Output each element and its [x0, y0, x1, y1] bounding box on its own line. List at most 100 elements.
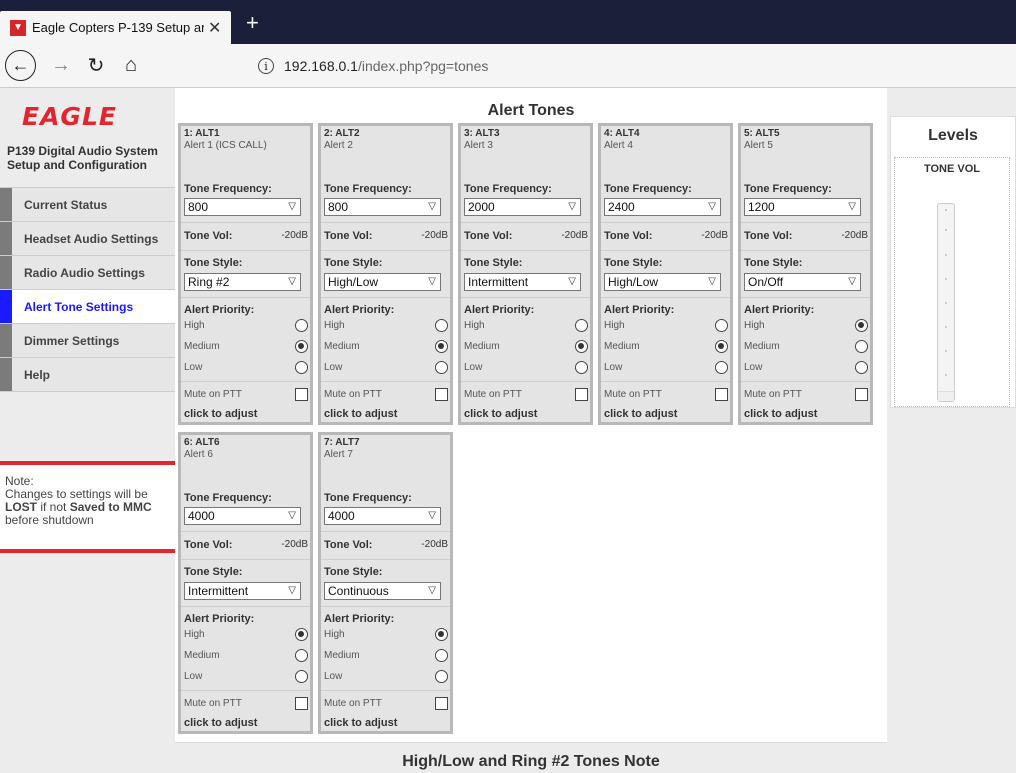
mute-on-ptt-checkbox[interactable]: [295, 388, 308, 401]
radio-icon[interactable]: [295, 319, 308, 332]
radio-icon[interactable]: [715, 340, 728, 353]
click-to-adjust[interactable]: click to adjust: [744, 408, 817, 420]
info-icon[interactable]: i: [258, 58, 274, 74]
click-to-adjust[interactable]: click to adjust: [604, 408, 677, 420]
priority-option-low[interactable]: Low: [324, 361, 448, 374]
radio-icon[interactable]: [435, 319, 448, 332]
priority-option-high[interactable]: High: [324, 319, 448, 332]
mute-on-ptt-checkbox[interactable]: [575, 388, 588, 401]
tone-vol-row[interactable]: Tone Vol: -20dB: [744, 230, 868, 242]
radio-icon[interactable]: [295, 670, 308, 683]
mute-on-ptt-row[interactable]: Mute on PTT: [184, 697, 308, 710]
slider-handle[interactable]: [938, 391, 954, 401]
priority-option-high[interactable]: High: [744, 319, 868, 332]
radio-icon[interactable]: [715, 361, 728, 374]
tone-vol-row[interactable]: Tone Vol: -20dB: [184, 539, 308, 551]
tone-frequency-select[interactable]: 2000 ▽: [464, 198, 581, 216]
close-tab-icon[interactable]: ✕: [208, 18, 221, 38]
mute-on-ptt-checkbox[interactable]: [295, 697, 308, 710]
priority-option-medium[interactable]: Medium: [324, 340, 448, 353]
back-icon[interactable]: ←: [5, 50, 36, 81]
tone-style-select[interactable]: High/Low ▽: [604, 273, 721, 291]
tone-frequency-select[interactable]: 800 ▽: [184, 198, 301, 216]
priority-option-low[interactable]: Low: [464, 361, 588, 374]
radio-icon[interactable]: [435, 628, 448, 641]
radio-icon[interactable]: [295, 361, 308, 374]
tone-style-select[interactable]: High/Low ▽: [324, 273, 441, 291]
tone-frequency-select[interactable]: 4000 ▽: [324, 507, 441, 525]
priority-option-high[interactable]: High: [184, 319, 308, 332]
radio-icon[interactable]: [435, 670, 448, 683]
radio-icon[interactable]: [575, 319, 588, 332]
click-to-adjust[interactable]: click to adjust: [324, 717, 397, 729]
tone-style-select[interactable]: On/Off ▽: [744, 273, 861, 291]
mute-on-ptt-checkbox[interactable]: [435, 697, 448, 710]
tone-frequency-select[interactable]: 800 ▽: [324, 198, 441, 216]
address-bar[interactable]: i 192.168.0.1/index.php?pg=tones: [258, 55, 488, 77]
radio-icon[interactable]: [855, 361, 868, 374]
radio-icon[interactable]: [295, 340, 308, 353]
mute-on-ptt-checkbox[interactable]: [435, 388, 448, 401]
sidebar-item-radio-audio[interactable]: Radio Audio Settings: [0, 255, 175, 289]
tone-vol-slider[interactable]: [937, 203, 955, 402]
priority-option-low[interactable]: Low: [744, 361, 868, 374]
click-to-adjust[interactable]: click to adjust: [464, 408, 537, 420]
priority-option-high[interactable]: High: [604, 319, 728, 332]
click-to-adjust[interactable]: click to adjust: [324, 408, 397, 420]
tone-vol-row[interactable]: Tone Vol: -20dB: [184, 230, 308, 242]
tone-style-select[interactable]: Continuous ▽: [324, 582, 441, 600]
mute-on-ptt-row[interactable]: Mute on PTT: [744, 388, 868, 401]
tone-style-select[interactable]: Intermittent ▽: [464, 273, 581, 291]
radio-icon[interactable]: [295, 628, 308, 641]
mute-on-ptt-row[interactable]: Mute on PTT: [184, 388, 308, 401]
radio-icon[interactable]: [435, 340, 448, 353]
radio-icon[interactable]: [855, 319, 868, 332]
mute-on-ptt-row[interactable]: Mute on PTT: [464, 388, 588, 401]
click-to-adjust[interactable]: click to adjust: [184, 408, 257, 420]
click-to-adjust[interactable]: click to adjust: [184, 717, 257, 729]
sidebar-item-help[interactable]: Help: [0, 357, 175, 391]
sidebar-item-alert-tone[interactable]: Alert Tone Settings: [0, 289, 175, 323]
tone-vol-row[interactable]: Tone Vol: -20dB: [324, 230, 448, 242]
priority-option-medium[interactable]: Medium: [604, 340, 728, 353]
priority-option-low[interactable]: Low: [184, 361, 308, 374]
priority-option-medium[interactable]: Medium: [184, 340, 308, 353]
priority-option-low[interactable]: Low: [324, 670, 448, 683]
radio-icon[interactable]: [715, 319, 728, 332]
radio-icon[interactable]: [575, 340, 588, 353]
priority-option-medium[interactable]: Medium: [184, 649, 308, 662]
new-tab-button[interactable]: +: [246, 12, 259, 34]
priority-option-medium[interactable]: Medium: [744, 340, 868, 353]
priority-option-high[interactable]: High: [184, 628, 308, 641]
priority-option-high[interactable]: High: [324, 628, 448, 641]
mute-on-ptt-checkbox[interactable]: [715, 388, 728, 401]
tone-vol-row[interactable]: Tone Vol: -20dB: [604, 230, 728, 242]
forward-icon[interactable]: →: [46, 50, 76, 80]
reload-icon[interactable]: ↻: [81, 50, 111, 80]
mute-on-ptt-row[interactable]: Mute on PTT: [324, 697, 448, 710]
radio-icon[interactable]: [435, 361, 448, 374]
radio-icon[interactable]: [295, 649, 308, 662]
priority-option-medium[interactable]: Medium: [324, 649, 448, 662]
radio-icon[interactable]: [435, 649, 448, 662]
mute-on-ptt-row[interactable]: Mute on PTT: [324, 388, 448, 401]
tone-frequency-select[interactable]: 4000 ▽: [184, 507, 301, 525]
tone-style-select[interactable]: Intermittent ▽: [184, 582, 301, 600]
home-icon[interactable]: ⌂: [116, 50, 146, 80]
radio-icon[interactable]: [855, 340, 868, 353]
priority-option-medium[interactable]: Medium: [464, 340, 588, 353]
sidebar-item-current-status[interactable]: Current Status: [0, 187, 175, 221]
tone-frequency-select[interactable]: 2400 ▽: [604, 198, 721, 216]
browser-tab[interactable]: ▼ Eagle Copters P-139 Setup and ✕: [0, 11, 231, 44]
tone-vol-row[interactable]: Tone Vol: -20dB: [324, 539, 448, 551]
sidebar-item-dimmer[interactable]: Dimmer Settings: [0, 323, 175, 357]
priority-option-low[interactable]: Low: [184, 670, 308, 683]
tone-frequency-select[interactable]: 1200 ▽: [744, 198, 861, 216]
priority-option-high[interactable]: High: [464, 319, 588, 332]
mute-on-ptt-row[interactable]: Mute on PTT: [604, 388, 728, 401]
tone-vol-row[interactable]: Tone Vol: -20dB: [464, 230, 588, 242]
tone-style-select[interactable]: Ring #2 ▽: [184, 273, 301, 291]
radio-icon[interactable]: [575, 361, 588, 374]
priority-option-low[interactable]: Low: [604, 361, 728, 374]
mute-on-ptt-checkbox[interactable]: [855, 388, 868, 401]
